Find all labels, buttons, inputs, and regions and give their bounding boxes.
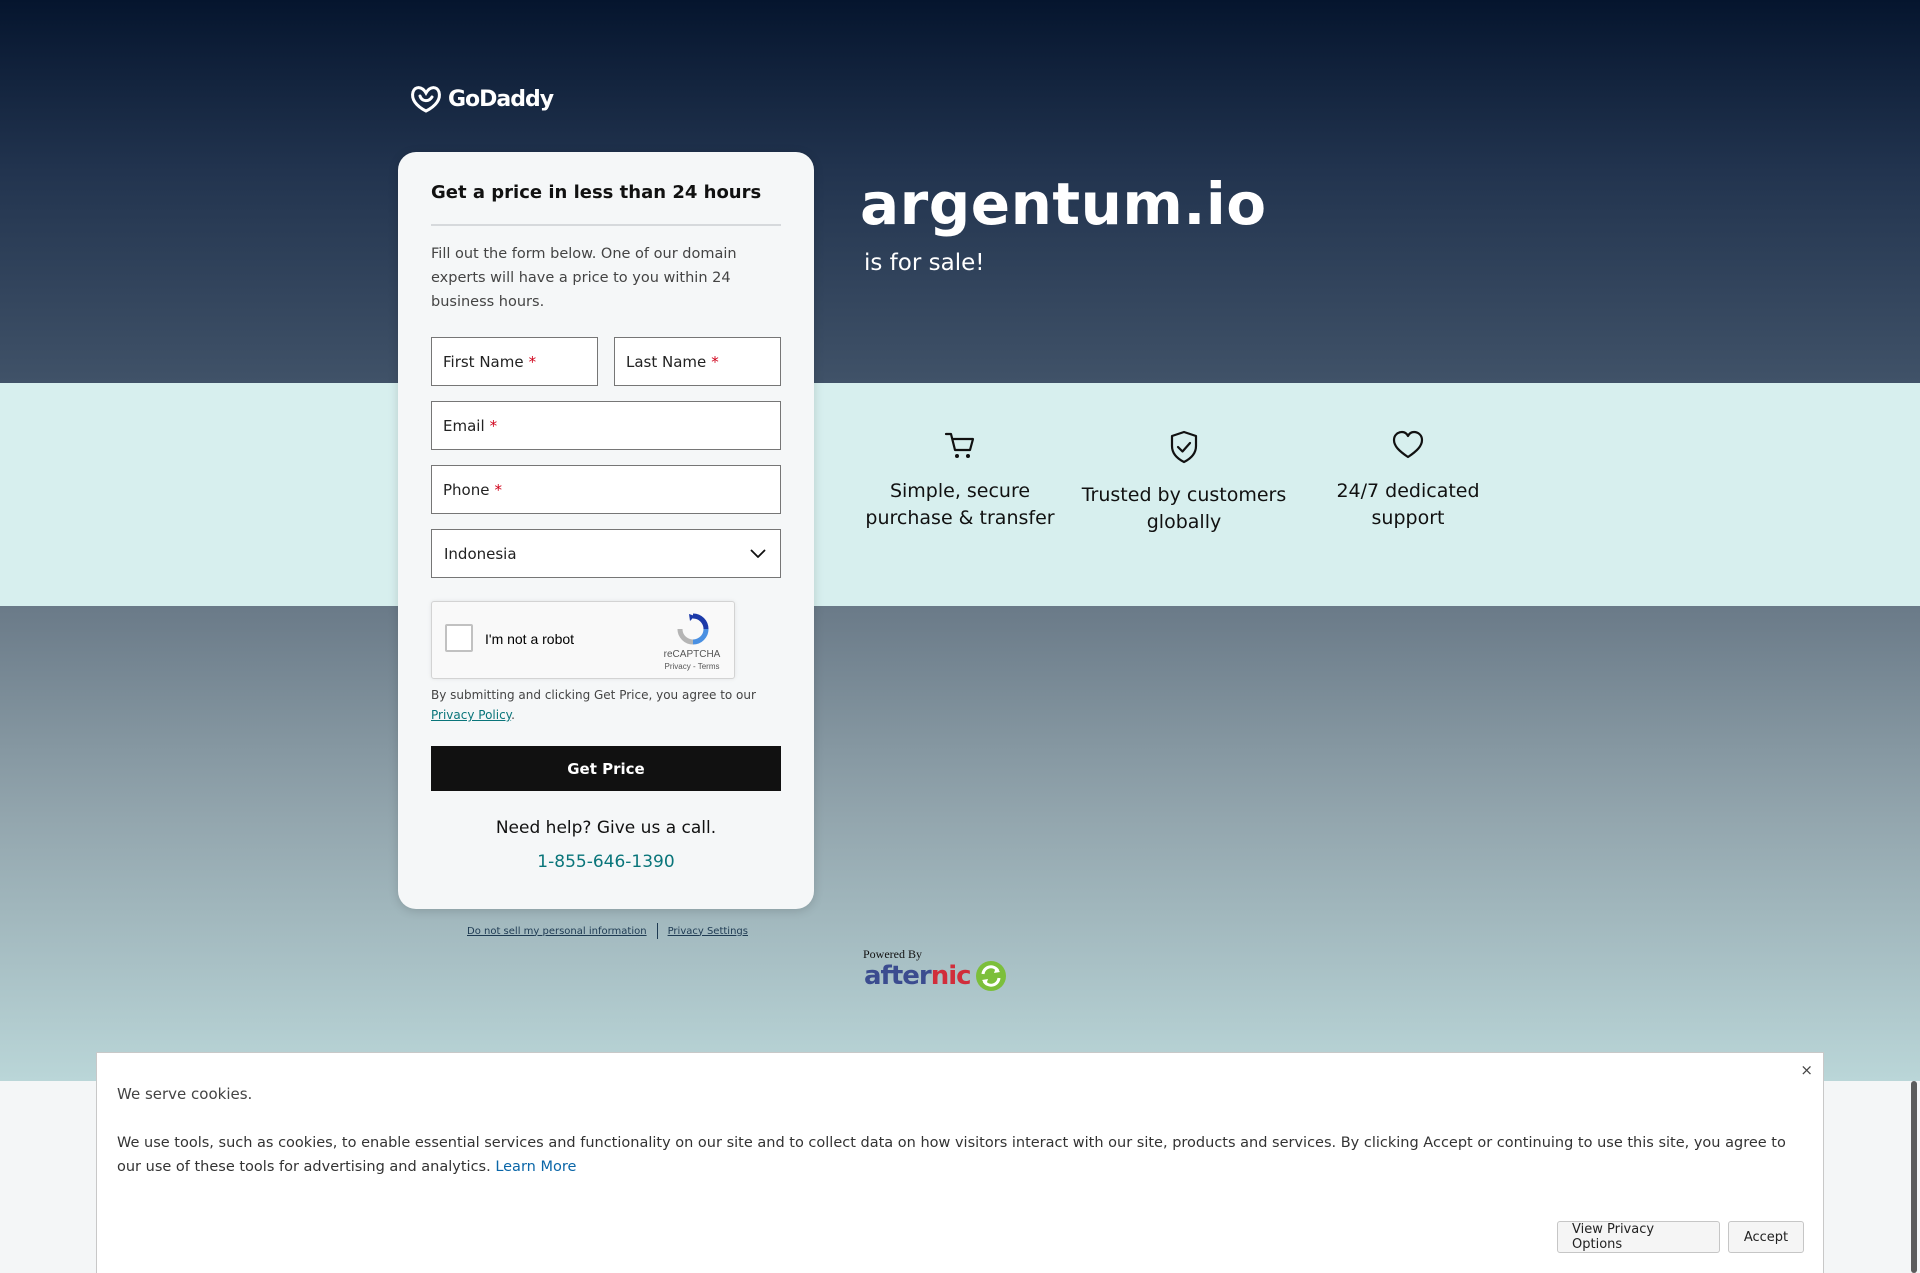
help-text: Need help? Give us a call. <box>495 818 717 838</box>
recaptcha-terms-link[interactable]: Terms <box>698 662 720 671</box>
required-mark: * <box>489 416 498 435</box>
country-select[interactable]: Indonesia <box>431 529 781 578</box>
for-sale-subtitle: is for sale! <box>864 250 985 276</box>
privacy-settings-link[interactable]: Privacy Settings <box>668 926 748 937</box>
godaddy-logo-icon <box>411 86 441 113</box>
recaptcha-checkbox[interactable] <box>445 624 473 652</box>
phone-label: Phone <box>443 480 490 499</box>
view-privacy-options-button[interactable]: View Privacy Options <box>1557 1221 1720 1253</box>
do-not-sell-link[interactable]: Do not sell my personal information <box>467 926 647 937</box>
close-icon[interactable]: × <box>1800 1061 1813 1079</box>
afternic-after: after <box>864 961 932 991</box>
privacy-policy-link[interactable]: Privacy Policy <box>431 708 511 722</box>
cookie-body-text: We use tools, such as cookies, to enable… <box>117 1135 1786 1175</box>
email-field[interactable]: Email * <box>431 401 781 450</box>
cookie-body: We use tools, such as cookies, to enable… <box>117 1131 1797 1179</box>
afternic-wordmark: afternic <box>864 961 972 991</box>
price-request-card: Get a price in less than 24 hours Fill o… <box>398 152 814 909</box>
learn-more-link[interactable]: Learn More <box>495 1159 576 1175</box>
last-name-label: Last Name <box>626 352 707 371</box>
feature-secure-purchase: Simple, secure purchase & transfer <box>855 430 1065 532</box>
feature-trusted: Trusted by customers globally <box>1079 430 1289 536</box>
cart-icon <box>944 432 975 458</box>
feature-support: 24/7 dedicated support <box>1303 430 1513 532</box>
required-mark: * <box>494 480 502 499</box>
form-title: Get a price in less than 24 hours <box>431 182 762 203</box>
phone-field[interactable]: Phone * <box>431 465 781 514</box>
logo-text: GoDaddy <box>448 86 554 112</box>
feature-text: 24/7 dedicated support <box>1336 480 1480 529</box>
cookie-title: We serve cookies. <box>117 1085 253 1103</box>
first-name-field[interactable]: First Name * <box>431 337 598 386</box>
recaptcha-links: Privacy - Terms <box>652 662 732 671</box>
agreement-period: . <box>511 708 515 722</box>
afternic-logo[interactable]: afternic <box>864 960 1007 992</box>
recaptcha-widget: I'm not a robot reCAPTCHA Privacy - Term… <box>431 601 735 679</box>
feature-text: Simple, secure purchase & transfer <box>865 480 1055 529</box>
country-value: Indonesia <box>444 544 517 563</box>
first-name-label: First Name <box>443 352 524 371</box>
agreement-copy: By submitting and clicking Get Price, yo… <box>431 688 756 702</box>
required-mark: * <box>528 352 537 371</box>
godaddy-logo[interactable]: GoDaddy <box>409 84 554 114</box>
scrollbar[interactable] <box>1911 1081 1917 1273</box>
recaptcha-label: I'm not a robot <box>485 631 575 647</box>
get-price-button[interactable]: Get Price <box>431 746 781 791</box>
recaptcha-brand: reCAPTCHA <box>663 649 721 660</box>
afternic-swirl-icon <box>975 961 1006 991</box>
footer-divider <box>656 923 658 939</box>
agreement-text: By submitting and clicking Get Price, yo… <box>431 685 781 725</box>
email-label: Email <box>443 416 485 435</box>
footer-links: Do not sell my personal information Priv… <box>467 923 748 939</box>
form-intro: Fill out the form below. One of our doma… <box>431 246 737 310</box>
heart-icon <box>1392 430 1424 459</box>
support-phone-link[interactable]: 1-855-646-1390 <box>431 852 781 872</box>
lower-background <box>0 606 1920 1081</box>
last-name-field[interactable]: Last Name * <box>614 337 781 386</box>
recaptcha-privacy-link[interactable]: Privacy <box>665 662 691 671</box>
domain-name: argentum.io <box>860 170 1267 238</box>
chevron-down-icon <box>750 549 766 558</box>
afternic-nic: nic <box>930 961 972 991</box>
recaptcha-separator: - <box>692 662 696 671</box>
recaptcha-logo-icon <box>677 613 709 645</box>
cookie-banner: × We serve cookies. We use tools, such a… <box>96 1052 1824 1273</box>
feature-text: Trusted by customers globally <box>1081 484 1287 533</box>
shield-check-icon <box>1170 430 1198 464</box>
accept-button[interactable]: Accept <box>1728 1221 1804 1253</box>
required-mark: * <box>711 352 719 371</box>
form-divider <box>431 224 781 226</box>
